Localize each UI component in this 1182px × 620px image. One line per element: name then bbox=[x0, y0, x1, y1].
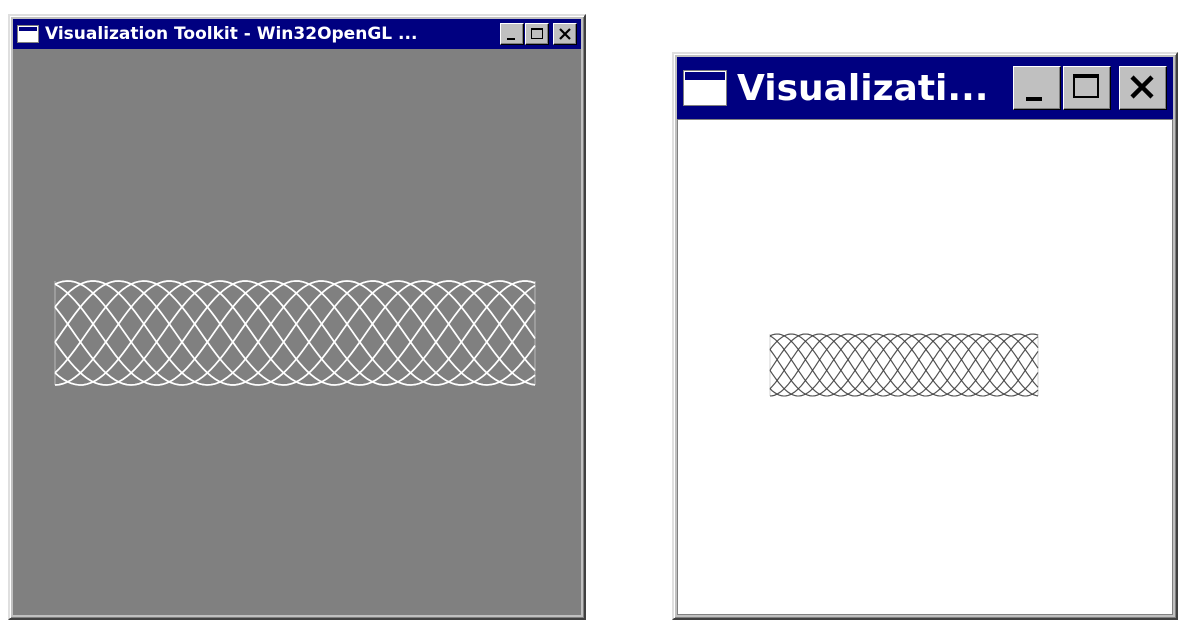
minimize-icon bbox=[1026, 97, 1042, 101]
close-icon bbox=[559, 28, 571, 40]
maximize-icon bbox=[531, 28, 543, 39]
close-button[interactable] bbox=[553, 23, 577, 45]
window-icon[interactable] bbox=[683, 70, 727, 106]
minimize-button[interactable] bbox=[500, 23, 524, 45]
vtk-window-left: Visualization Toolkit - Win32OpenGL ... bbox=[8, 14, 586, 620]
window-controls bbox=[1011, 66, 1173, 110]
render-canvas[interactable] bbox=[13, 49, 581, 615]
stent-mesh-render bbox=[769, 333, 1039, 397]
title-bar[interactable]: Visualization Toolkit - Win32OpenGL ... bbox=[13, 19, 581, 49]
maximize-button[interactable] bbox=[1063, 66, 1111, 110]
minimize-button[interactable] bbox=[1013, 66, 1061, 110]
mesh-strut bbox=[54, 280, 536, 386]
window-title: Visualization Toolkit - Win32OpenGL ... bbox=[45, 24, 418, 44]
maximize-icon bbox=[1073, 74, 1099, 98]
maximize-button[interactable] bbox=[525, 23, 549, 45]
close-button[interactable] bbox=[1119, 66, 1167, 110]
render-canvas[interactable] bbox=[677, 119, 1173, 615]
window-icon[interactable] bbox=[17, 25, 39, 43]
stent-mesh-render bbox=[54, 280, 536, 386]
mesh-strut bbox=[769, 333, 1039, 397]
close-icon bbox=[1130, 75, 1154, 99]
window-title: Visualizati... bbox=[737, 67, 989, 109]
title-bar[interactable]: Visualizati... bbox=[677, 57, 1173, 119]
vtk-window-right: Visualizati... bbox=[672, 52, 1178, 620]
window-controls bbox=[499, 23, 581, 45]
minimize-icon bbox=[507, 38, 515, 40]
